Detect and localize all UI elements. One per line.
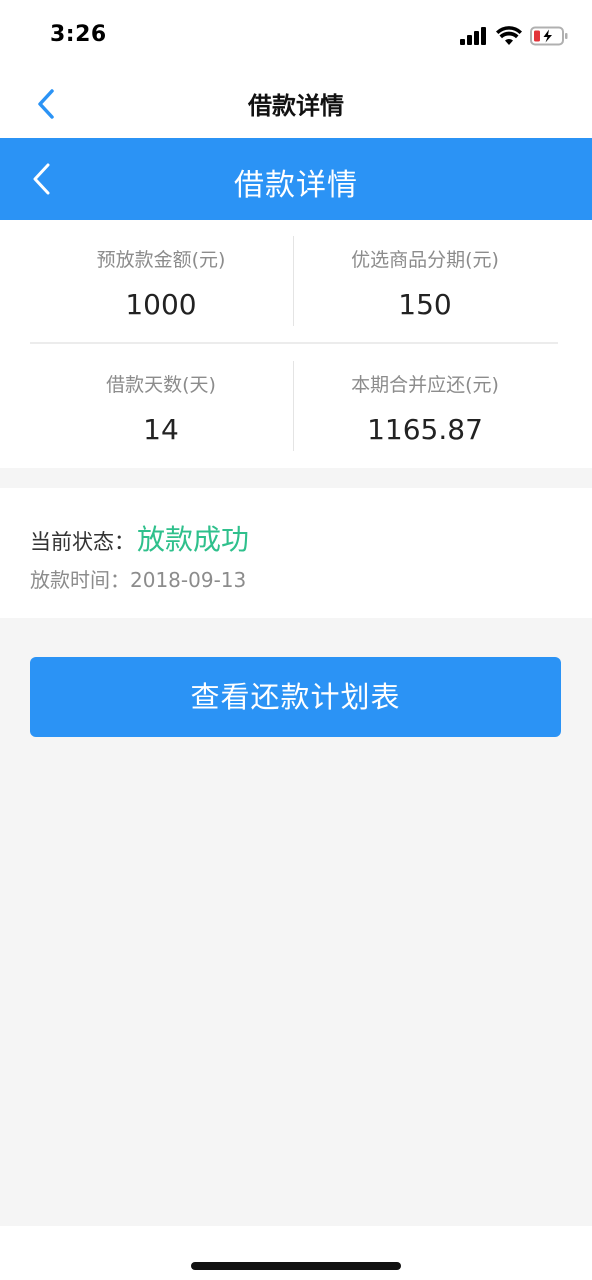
loan-stats-card: 预放款金额(元) 1000 优选商品分期(元) 150 借款天数(天) 14 本… [0, 220, 592, 468]
stat-installment: 优选商品分期(元) 150 [294, 246, 556, 322]
disbursement-time-row: 放款时间：2018-09-13 [30, 564, 246, 593]
native-page-title: 借款详情 [248, 92, 344, 120]
status-icons [460, 24, 568, 48]
stat-total-due: 本期合并应还(元) 1165.87 [294, 371, 556, 447]
stat-value: 14 [143, 413, 179, 446]
stat-label: 本期合并应还(元) [351, 374, 499, 396]
home-indicator[interactable] [191, 1262, 401, 1270]
stat-label: 借款天数(天) [106, 374, 216, 396]
disbursement-time-label: 放款时间： [30, 568, 130, 592]
view-repayment-plan-button[interactable]: 查看还款计划表 [30, 657, 561, 737]
stat-pre-loan-amount: 预放款金额(元) 1000 [30, 246, 292, 322]
status-badge: 放款成功 [137, 523, 250, 556]
page-title: 借款详情 [234, 168, 358, 203]
current-status-row: 当前状态： 放款成功 [30, 518, 249, 558]
stat-label: 优选商品分期(元) [351, 249, 499, 271]
stat-label: 预放款金额(元) [96, 249, 226, 271]
native-nav-bar: 借款详情 [0, 72, 592, 138]
stat-value: 150 [398, 288, 452, 321]
cellular-signal-icon [460, 27, 486, 45]
home-indicator-area [0, 1226, 592, 1280]
current-status-label: 当前状态： [30, 530, 135, 554]
status-time: 3:26 [50, 22, 107, 47]
stat-value: 1165.87 [367, 413, 483, 446]
stat-value: 1000 [125, 288, 197, 321]
page-header: 借款详情 [0, 138, 592, 220]
battery-charging-icon [530, 26, 568, 46]
disbursement-time-value: 2018-09-13 [130, 568, 247, 592]
row-divider [30, 342, 558, 344]
status-bar: 3:26 [0, 0, 592, 72]
stat-loan-days: 借款天数(天) 14 [30, 371, 292, 447]
wifi-icon [496, 26, 522, 45]
loan-status-section: 当前状态： 放款成功 放款时间：2018-09-13 [0, 488, 592, 618]
